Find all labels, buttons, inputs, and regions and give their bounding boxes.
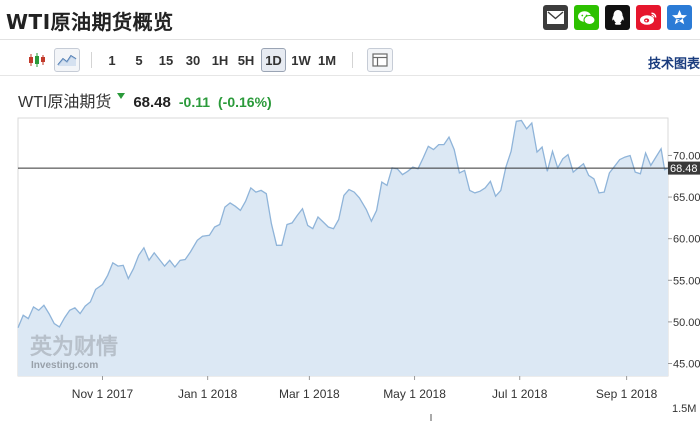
x-axis: Nov 1 2017 Jan 1 2018 Mar 1 2018 May 1 2018… [72, 376, 658, 401]
x-tick-label: Mar 1 2018 [279, 387, 340, 401]
current-price-label: 68.48 [670, 163, 698, 175]
y-tick-label: 65.00 [673, 192, 700, 204]
current-price-flag: 68.48 [668, 161, 700, 175]
volume-axis-label: 1.5M [672, 403, 696, 415]
watermark-brand-en: Investing.com [31, 360, 98, 371]
watermark-brand-cn: 英为财情 [30, 334, 118, 360]
y-tick-label: 70.00 [673, 150, 700, 162]
x-tick-label: Jan 1 2018 [178, 387, 238, 401]
x-tick-label: Jul 1 2018 [492, 387, 548, 401]
price-chart[interactable]: 英为财情 Investing.com 68.48 70.00 65.00 60.00… [0, 0, 700, 421]
y-tick-label: 60.00 [673, 234, 700, 246]
x-tick-label: May 1 2018 [383, 387, 446, 401]
y-tick-label: 50.00 [673, 317, 700, 329]
y-axis: 70.00 65.00 60.00 55.00 50.00 45.00 [668, 150, 700, 371]
y-tick-label: 45.00 [673, 359, 700, 371]
x-tick-label: Nov 1 2017 [72, 387, 134, 401]
x-tick-label: Sep 1 2018 [596, 387, 658, 401]
y-tick-label: 55.00 [673, 275, 700, 287]
